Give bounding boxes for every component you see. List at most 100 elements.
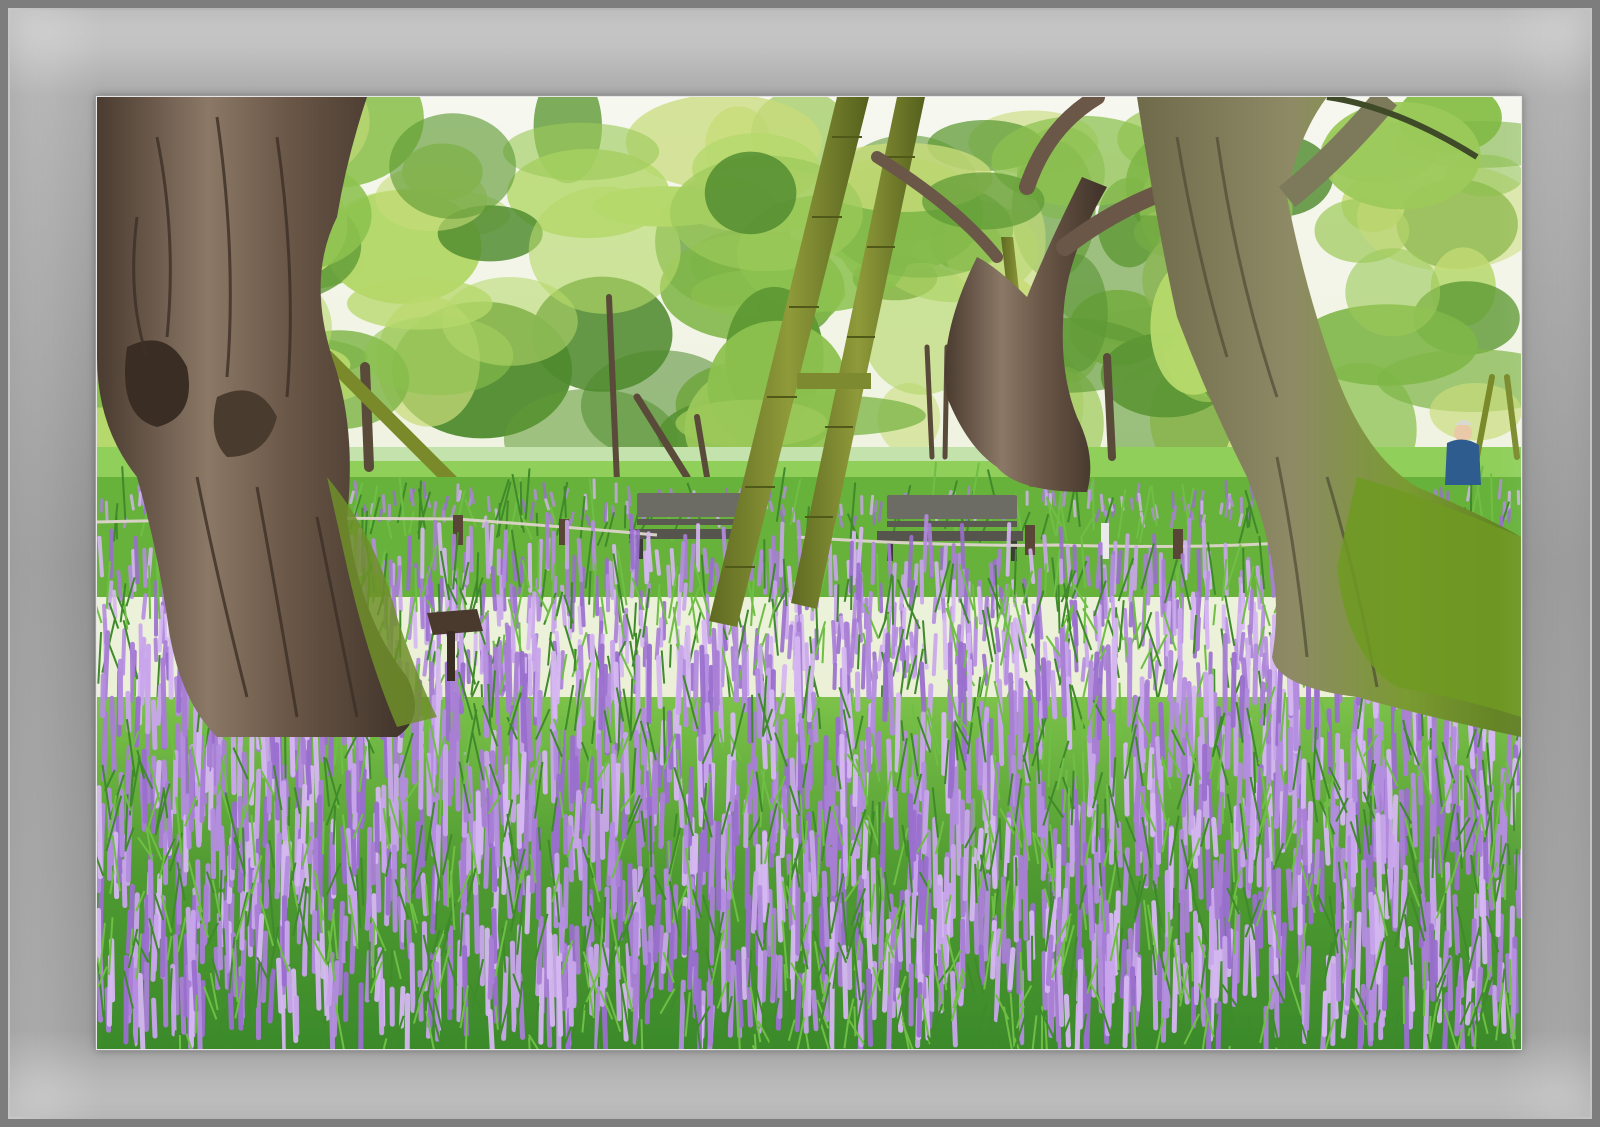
flower-spike	[492, 774, 501, 868]
flower-spike	[533, 488, 538, 501]
flower-spike	[509, 860, 517, 907]
flower-spike	[185, 906, 194, 982]
flower-spike	[1224, 480, 1229, 499]
grass-blade	[1143, 585, 1147, 635]
flower-spike	[1392, 841, 1400, 929]
flower-spike	[1096, 677, 1103, 741]
flower-spike	[643, 550, 649, 585]
grass-blade	[600, 788, 604, 814]
foliage-blob	[503, 122, 660, 181]
grass-blade	[284, 734, 287, 779]
flower-spike	[1256, 764, 1264, 821]
grass-blade	[836, 584, 840, 622]
flower-spike	[626, 486, 632, 507]
flower-spike	[1041, 950, 1048, 1011]
grass-blade	[1015, 857, 1018, 886]
flower-spike	[567, 944, 574, 1028]
grass-blade	[1246, 507, 1249, 529]
flower-spike	[1360, 740, 1368, 803]
flower-spike	[798, 712, 807, 765]
grass-blade	[669, 644, 672, 668]
flower-spike	[237, 976, 244, 1031]
flower-spike	[1126, 637, 1133, 728]
flower-spike	[1215, 1001, 1222, 1049]
flower-spike	[1092, 651, 1100, 703]
flower-spike	[828, 846, 837, 896]
flower-spike	[996, 678, 1005, 767]
foliage-blob	[441, 277, 578, 366]
flower-spike	[1212, 859, 1220, 920]
flower-spike	[488, 524, 495, 574]
flower-spike	[1480, 878, 1488, 965]
flower-spike	[536, 915, 544, 985]
foliage-blob	[704, 151, 797, 235]
grass-blade	[1262, 703, 1267, 726]
flower-spike	[1216, 791, 1225, 836]
flower-spike	[1060, 887, 1069, 943]
flower-spike	[951, 579, 957, 623]
flower-spike	[1049, 980, 1055, 1034]
flower-spike	[1423, 979, 1430, 1049]
flower-spike	[1304, 945, 1312, 1032]
flower-spike	[129, 494, 135, 511]
grass-blade	[1057, 584, 1061, 634]
grass-blade	[1380, 740, 1384, 767]
grass-blade	[537, 541, 540, 590]
flower-spike	[364, 887, 372, 931]
grass-blade	[649, 815, 653, 868]
flower-spike	[179, 976, 187, 1035]
flower-spike	[401, 777, 409, 865]
flower-spike	[1196, 548, 1202, 595]
flower-spike	[904, 889, 912, 973]
flower-spike	[562, 867, 569, 929]
flower-spike	[639, 609, 645, 648]
flower-spike	[782, 718, 789, 760]
flower-spike	[603, 762, 610, 832]
foliage-blob	[1345, 248, 1441, 337]
flower-spike	[453, 736, 461, 812]
flower-spike	[488, 937, 495, 985]
flower-spike	[1110, 712, 1116, 778]
flower-spike	[580, 592, 586, 628]
flower-spike	[412, 605, 418, 649]
flower-spike	[1405, 705, 1412, 761]
flower-spike	[594, 575, 600, 617]
flower-spike	[210, 808, 217, 880]
grass-blade	[1394, 710, 1397, 733]
flower-spike	[634, 529, 640, 587]
flower-spike	[1442, 992, 1450, 1049]
grass-blade	[1459, 769, 1463, 801]
grass-blade	[1104, 798, 1107, 853]
flower-spike	[852, 754, 859, 807]
grass-blade	[1242, 547, 1245, 593]
grass-blade	[816, 837, 820, 893]
flower-spike	[904, 645, 910, 673]
flower-spike	[683, 534, 688, 580]
flower-spike	[409, 942, 416, 1013]
flower-spike	[1401, 864, 1408, 939]
flower-spike	[1164, 869, 1171, 938]
grass-blade	[1118, 682, 1122, 739]
flower-spike	[1051, 490, 1057, 507]
flower-spike	[155, 683, 164, 726]
flower-spike	[715, 820, 722, 911]
flower-spike	[1087, 660, 1094, 744]
flower-spike	[584, 787, 592, 837]
flower-spike	[1235, 762, 1243, 832]
flower-spike	[994, 626, 1001, 653]
flower-spike	[555, 955, 564, 1037]
flower-spike	[391, 844, 398, 933]
flower-spike	[957, 641, 964, 725]
flower-spike	[787, 565, 794, 601]
flower-spike	[1360, 859, 1368, 948]
flower-spike	[241, 751, 250, 842]
flower-spike	[981, 706, 990, 756]
flower-spike	[1099, 493, 1104, 512]
flower-spike	[919, 559, 925, 605]
grass-blade	[1095, 804, 1099, 852]
flower-spike	[1088, 753, 1096, 807]
flower-spike	[1380, 814, 1387, 875]
flower-spike	[1252, 601, 1258, 648]
flower-spike	[1122, 975, 1130, 1049]
flower-spike	[811, 989, 819, 1032]
